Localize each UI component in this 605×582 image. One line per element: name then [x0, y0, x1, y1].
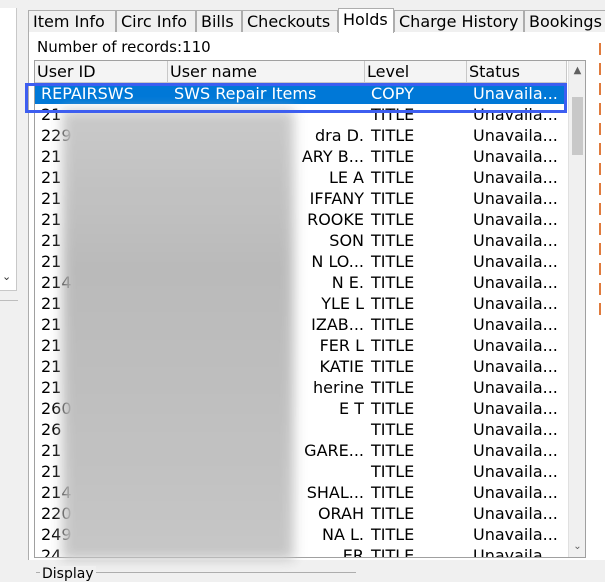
- cell-level: TITLE: [371, 420, 415, 439]
- tab-circ-info[interactable]: Circ Info: [116, 10, 196, 32]
- cell-status: Unavaila...: [473, 546, 558, 558]
- right-pane-marker: [599, 283, 605, 295]
- tab-item-info[interactable]: Item Info: [28, 10, 116, 32]
- right-pane-marker: [599, 143, 605, 155]
- cell-status: Unavaila...: [473, 315, 558, 334]
- tab-label: Item Info: [33, 12, 105, 31]
- column-header-user-id[interactable]: User ID: [35, 61, 168, 82]
- cell-status: Unavaila...: [473, 189, 558, 208]
- right-pane-marker: [599, 203, 605, 215]
- cell-level: TITLE: [371, 504, 415, 523]
- display-group-label: Display: [40, 566, 96, 582]
- cell-status: Unavaila...: [473, 483, 558, 502]
- tab-label: Circ Info: [121, 12, 188, 31]
- scroll-down-icon[interactable]: ⌄: [569, 539, 585, 555]
- cell-level: TITLE: [371, 336, 415, 355]
- cell-level: TITLE: [371, 252, 415, 271]
- cell-level: TITLE: [371, 126, 415, 145]
- vertical-scrollbar[interactable]: ▲ ⌄: [568, 61, 585, 557]
- cell-level: TITLE: [371, 189, 415, 208]
- right-pane-marker: [599, 43, 605, 55]
- tab-holds[interactable]: Holds: [338, 8, 394, 33]
- right-pane-marker: [599, 163, 605, 175]
- cell-level: TITLE: [371, 441, 415, 460]
- cell-level: TITLE: [371, 147, 415, 166]
- tab-label: Charge History: [399, 12, 519, 31]
- tab-bookings[interactable]: Bookings: [524, 10, 605, 32]
- grid-header: User ID User name Level Status: [35, 61, 567, 83]
- cell-status: Unavaila...: [473, 420, 558, 439]
- cell-status: Unavaila...: [473, 441, 558, 460]
- selection-highlight-box: [25, 83, 567, 113]
- right-pane-marker: [599, 103, 605, 115]
- cell-level: TITLE: [371, 315, 415, 334]
- cell-level: TITLE: [371, 294, 415, 313]
- cell-status: Unavaila...: [473, 168, 558, 187]
- cell-status: Unavaila...: [473, 126, 558, 145]
- cell-status: Unavaila...: [473, 336, 558, 355]
- column-header-status[interactable]: Status: [467, 61, 567, 82]
- right-pane-marker: [599, 183, 605, 195]
- cell-level: TITLE: [371, 210, 415, 229]
- cell-level: TITLE: [371, 273, 415, 292]
- column-header-user-name[interactable]: User name: [168, 61, 365, 82]
- right-pane-marker: [599, 243, 605, 255]
- right-pane-marker: [599, 303, 605, 315]
- tab-label: Bookings: [529, 12, 602, 31]
- column-header-level[interactable]: Level: [365, 61, 467, 82]
- cell-status: Unavaila...: [473, 378, 558, 397]
- tab-label: Bills: [201, 12, 234, 31]
- cell-level: TITLE: [371, 357, 415, 376]
- cell-status: Unavaila...: [473, 357, 558, 376]
- cell-level: TITLE: [371, 525, 415, 544]
- cell-level: TITLE: [371, 399, 415, 418]
- tab-checkouts[interactable]: Checkouts: [242, 10, 338, 32]
- cell-status: Unavaila...: [473, 462, 558, 481]
- tab-charge-history[interactable]: Charge History: [394, 10, 524, 32]
- left-collapsed-pane: ⌄: [0, 8, 17, 291]
- cell-status: Unavaila...: [473, 147, 558, 166]
- right-pane-marker: [599, 123, 605, 135]
- cell-level: TITLE: [371, 546, 415, 558]
- cell-status: Unavaila...: [473, 273, 558, 292]
- right-pane: [595, 35, 605, 335]
- redaction-blur: [62, 110, 294, 560]
- tab-strip: Item Info Circ Info Bills Checkouts Hold…: [28, 8, 605, 33]
- cell-status: Unavaila...: [473, 231, 558, 250]
- cell-level: TITLE: [371, 378, 415, 397]
- cell-status: Unavaila...: [473, 399, 558, 418]
- tab-label: Holds: [343, 10, 388, 29]
- cell-status: Unavaila...: [473, 294, 558, 313]
- tab-bills[interactable]: Bills: [196, 10, 242, 32]
- cell-status: Unavaila...: [473, 210, 558, 229]
- cell-level: TITLE: [371, 168, 415, 187]
- cell-status: Unavaila...: [473, 504, 558, 523]
- cell-status: Unavaila...: [473, 525, 558, 544]
- right-pane-marker: [599, 263, 605, 275]
- record-count: Number of records:110: [37, 38, 211, 56]
- scroll-thumb[interactable]: [572, 97, 583, 155]
- right-pane-marker: [599, 63, 605, 75]
- cell-status: Unavaila...: [473, 252, 558, 271]
- cell-level: TITLE: [371, 462, 415, 481]
- right-pane-marker: [599, 83, 605, 95]
- chevron-down-icon[interactable]: ⌄: [2, 270, 11, 283]
- tab-label: Checkouts: [247, 12, 331, 31]
- cell-level: TITLE: [371, 483, 415, 502]
- scroll-up-icon[interactable]: ▲: [569, 63, 585, 79]
- left-divider: [0, 300, 18, 301]
- cell-level: TITLE: [371, 231, 415, 250]
- right-pane-marker: [599, 223, 605, 235]
